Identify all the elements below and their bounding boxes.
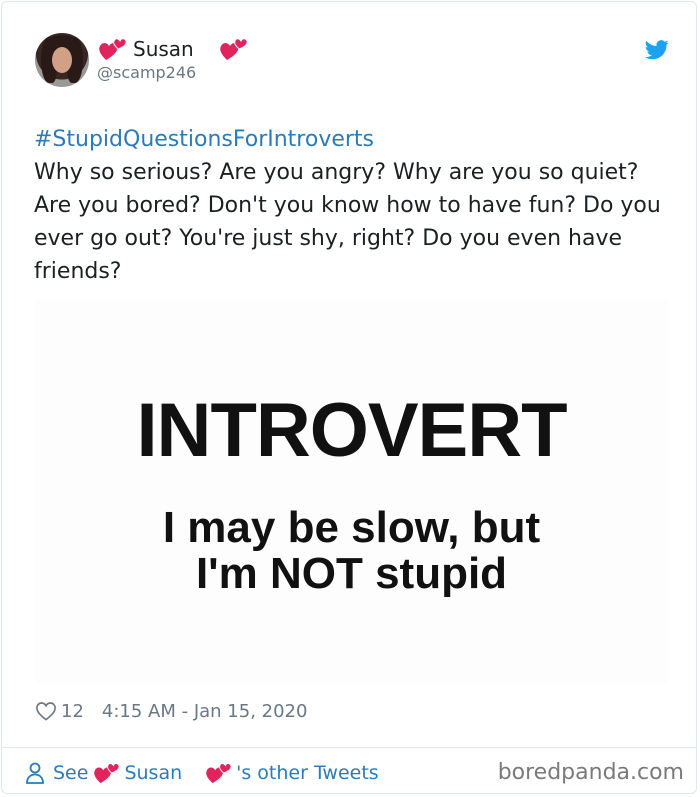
author-name-row[interactable]: Susan [97,35,248,63]
two-hearts-emoji-icon [204,761,232,785]
author-handle[interactable]: @scamp246 [97,63,196,82]
tweet-header: Susan @scamp246 [35,33,675,93]
heart-outline-icon[interactable] [35,701,57,721]
like-count[interactable]: 12 [61,701,84,722]
other-tweets-label: 's other Tweets [236,762,379,784]
twitter-bird-icon[interactable] [645,39,669,61]
author-display-name[interactable]: Susan [133,37,194,61]
media-title: INTROVERT [136,388,567,473]
footer-author-name: Susan [124,762,183,784]
tweet-timestamp[interactable]: 4:15 AM - Jan 15, 2020 [102,701,308,722]
media-subtitle: I may be slow, but I'm NOT stupid [35,505,668,597]
tweet-media-image[interactable]: INTROVERT I may be slow, but I'm NOT stu… [35,299,668,683]
avatar[interactable] [35,33,89,87]
media-subtitle-line1: I may be slow, but [162,503,541,552]
tweet-meta: 12 4:15 AM - Jan 15, 2020 [35,699,307,723]
two-hearts-emoji-icon [218,36,248,62]
two-hearts-emoji-icon [97,36,127,62]
media-subtitle-line2: I'm NOT stupid [195,549,508,598]
tweet-card: Susan @scamp246 #StupidQuestionsForIntro… [1,1,697,794]
person-icon [26,762,44,784]
tweet-body: #StupidQuestionsForIntroverts Why so ser… [34,123,664,288]
hashtag-link[interactable]: #StupidQuestionsForIntroverts [34,123,664,156]
tweet-text: Why so serious? Are you angry? Why are y… [34,160,661,284]
two-hearts-emoji-icon [92,761,121,785]
see-other-tweets-link[interactable]: See Susan 's other Tweets [25,758,379,788]
footer-divider [1,747,697,748]
boredpanda-watermark: boredpanda.com [497,760,684,785]
see-label: See [53,762,89,784]
